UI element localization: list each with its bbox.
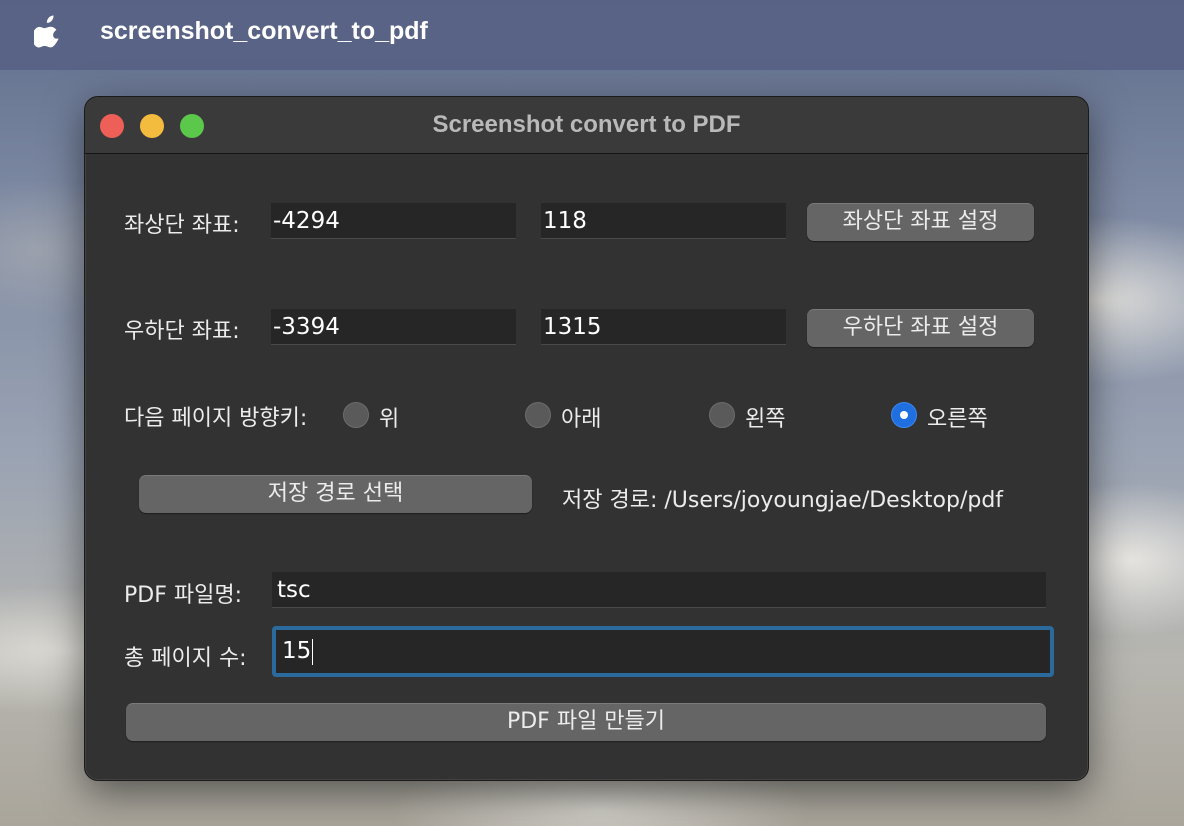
radio-left-indicator[interactable] [709, 402, 735, 428]
make-pdf-button[interactable]: PDF 파일 만들기 [126, 703, 1046, 741]
radio-right-label: 오른쪽 [927, 407, 988, 432]
page-count-value: 15 [282, 638, 312, 664]
bottom-right-x-input[interactable]: -3394 [271, 309, 516, 345]
pdf-name-label: PDF 파일명: [124, 583, 242, 608]
radio-right-indicator[interactable] [891, 402, 917, 428]
app-window: Screenshot convert to PDF 좌상단 좌표: -4294 … [84, 96, 1089, 781]
text-caret [312, 638, 314, 665]
bottom-right-label: 우하단 좌표: [124, 319, 240, 344]
radio-down-indicator[interactable] [525, 402, 551, 428]
radio-left-label: 왼쪽 [745, 407, 786, 432]
radio-down-label: 아래 [561, 407, 602, 432]
app-name[interactable]: screenshot_convert_to_pdf [100, 17, 428, 46]
save-path-display: 저장 경로: /Users/joyoungjae/Desktop/pdf [562, 488, 1004, 513]
radio-up-label: 위 [379, 407, 400, 432]
pdf-name-input[interactable]: tsc [272, 572, 1046, 608]
choose-save-path-button[interactable]: 저장 경로 선택 [139, 475, 532, 513]
set-top-left-button[interactable]: 좌상단 좌표 설정 [807, 203, 1034, 241]
top-left-x-input[interactable]: -4294 [271, 203, 516, 239]
page-count-input[interactable]: 15 [272, 626, 1054, 677]
title-bar: Screenshot convert to PDF [85, 97, 1088, 154]
top-left-label: 좌상단 좌표: [124, 213, 240, 238]
menu-bar: screenshot_convert_to_pdf [0, 0, 1184, 70]
radio-up-indicator[interactable] [343, 402, 369, 428]
set-bottom-right-button[interactable]: 우하단 좌표 설정 [807, 309, 1034, 347]
direction-label: 다음 페이지 방향키: [124, 406, 308, 431]
page-count-label: 총 페이지 수: [124, 646, 247, 671]
apple-logo-icon[interactable] [34, 14, 62, 48]
bottom-right-y-input[interactable]: 1315 [541, 309, 786, 345]
top-left-y-input[interactable]: 118 [541, 203, 786, 239]
window-title: Screenshot convert to PDF [432, 111, 741, 138]
